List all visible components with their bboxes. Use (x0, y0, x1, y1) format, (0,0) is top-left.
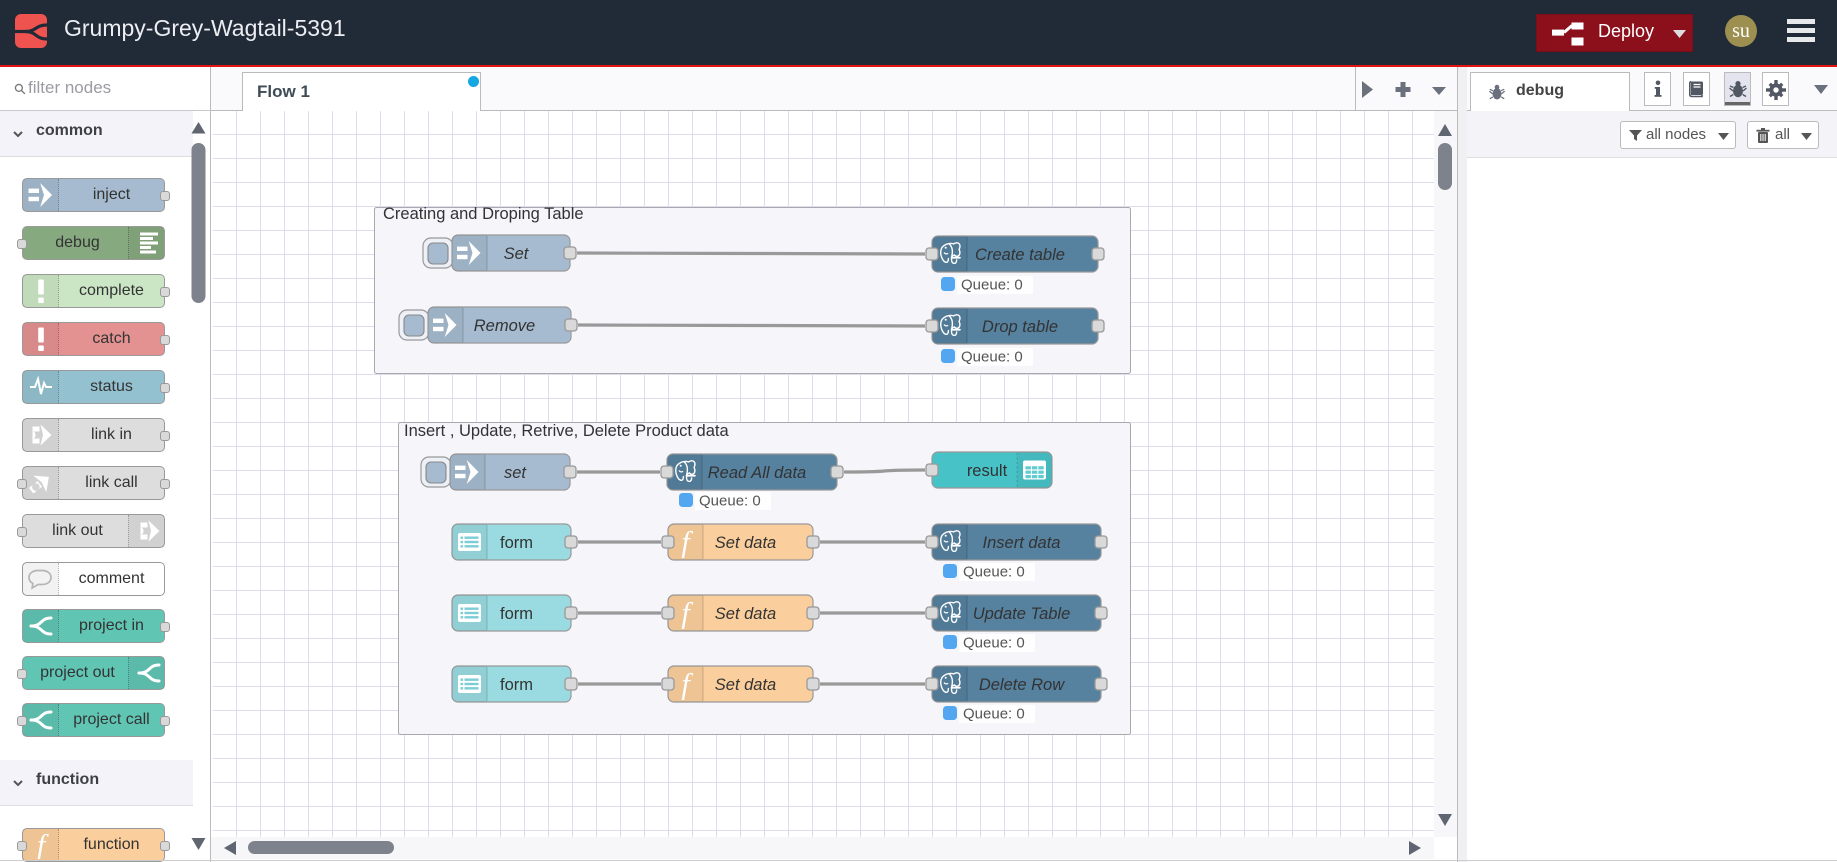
svg-text:Drop table: Drop table (982, 318, 1058, 336)
svg-text:Queue: 0: Queue: 0 (963, 706, 1025, 723)
svg-text:Queue: 0: Queue: 0 (963, 564, 1025, 581)
svg-text:Queue: 0: Queue: 0 (961, 277, 1023, 294)
svg-text:Queue: 0: Queue: 0 (699, 493, 761, 510)
svg-text:Read All data: Read All data (708, 464, 806, 482)
svg-text:form: form (500, 605, 533, 623)
svg-text:Queue: 0: Queue: 0 (961, 349, 1023, 366)
svg-text:form: form (500, 534, 533, 552)
svg-text:result: result (967, 462, 1008, 480)
svg-text:Create table: Create table (975, 246, 1065, 264)
svg-text:Insert , Update, Retrive, Dele: Insert , Update, Retrive, Delete Product… (404, 422, 729, 440)
svg-text:Delete Row: Delete Row (979, 676, 1065, 694)
svg-text:Creating and Droping Table: Creating and Droping Table (383, 205, 584, 223)
svg-text:Set data: Set data (715, 676, 776, 694)
svg-text:Update Table: Update Table (973, 605, 1071, 623)
svg-text:Set: Set (504, 245, 530, 263)
svg-text:Set data: Set data (715, 605, 776, 623)
svg-text:set: set (504, 464, 527, 482)
svg-text:Queue: 0: Queue: 0 (963, 635, 1025, 652)
svg-text:Remove: Remove (474, 317, 535, 335)
svg-text:Set data: Set data (715, 534, 776, 552)
svg-text:Insert data: Insert data (983, 534, 1061, 552)
svg-text:form: form (500, 676, 533, 694)
